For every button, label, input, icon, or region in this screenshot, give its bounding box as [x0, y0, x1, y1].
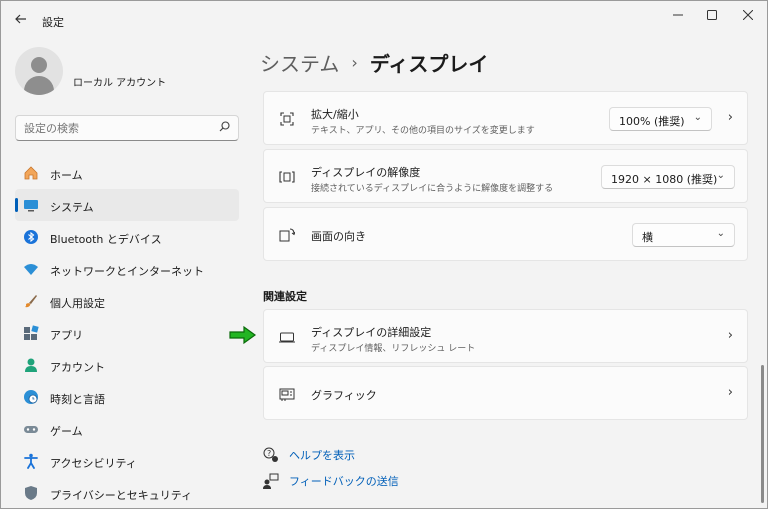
- title-bar: 設定: [1, 1, 767, 35]
- sidebar-item-label: ネットワークとインターネット: [50, 265, 204, 278]
- search-box[interactable]: [15, 115, 239, 141]
- sidebar-item-accessibility[interactable]: アクセシビリティ: [15, 445, 239, 477]
- scale-subtitle: テキスト、アプリ、その他の項目のサイズを変更します: [311, 126, 535, 136]
- breadcrumb-separator: ›: [351, 52, 358, 72]
- rotate-icon: [278, 226, 296, 244]
- settings-window: 設定 ローカル アカウント ホーム: [0, 0, 768, 509]
- breadcrumb-parent[interactable]: システム: [260, 48, 339, 77]
- home-icon: [23, 165, 39, 181]
- scale-value: 100% (推奨): [619, 115, 685, 128]
- sidebar-item-label: プライバシーとセキュリティ: [50, 489, 193, 502]
- wifi-icon: [23, 261, 39, 277]
- help-link[interactable]: ? ヘルプを表示: [263, 446, 355, 464]
- sidebar-item-label: ホーム: [50, 169, 83, 182]
- sidebar-item-accounts[interactable]: アカウント: [15, 349, 239, 381]
- page-title: ディスプレイ: [369, 51, 489, 76]
- minimize-icon: [673, 14, 683, 16]
- sidebar-item-system[interactable]: システム: [15, 189, 239, 221]
- accessibility-icon: [23, 453, 39, 469]
- profile-card[interactable]: ローカル アカウント: [15, 47, 245, 97]
- back-button[interactable]: [9, 9, 33, 29]
- resolution-subtitle: 接続されているディスプレイに合うように解像度を調整する: [311, 184, 554, 194]
- gamepad-icon: [23, 421, 39, 437]
- apps-icon: [23, 325, 39, 341]
- scrollbar[interactable]: [761, 365, 764, 503]
- chevron-down-icon: ⌄: [693, 112, 702, 123]
- system-icon: [23, 197, 39, 213]
- resolution-icon: [278, 168, 296, 186]
- close-button[interactable]: [731, 4, 765, 26]
- orientation-title: 画面の向き: [311, 230, 366, 243]
- help-link-text[interactable]: ヘルプを表示: [289, 447, 355, 463]
- scale-dropdown[interactable]: 100% (推奨) ⌄: [609, 107, 712, 131]
- resolution-dropdown[interactable]: 1920 × 1080 (推奨) ⌄: [601, 165, 735, 189]
- resolution-value: 1920 × 1080 (推奨): [611, 173, 718, 186]
- related-settings-heading: 関連設定: [263, 290, 307, 303]
- maximize-button[interactable]: [695, 4, 729, 26]
- svg-text:?: ?: [267, 449, 271, 458]
- chevron-right-icon: ›: [727, 328, 733, 343]
- sidebar-item-bluetooth[interactable]: Bluetooth とデバイス: [15, 221, 239, 253]
- arrow-left-icon: [15, 14, 26, 24]
- brush-icon: [23, 293, 39, 309]
- sidebar-item-gaming[interactable]: ゲーム: [15, 413, 239, 445]
- graphics-card[interactable]: グラフィック ›: [263, 366, 748, 420]
- account-icon: [23, 357, 39, 373]
- feedback-link[interactable]: フィードバックの送信: [263, 472, 399, 490]
- breadcrumb: システム › ディスプレイ: [260, 48, 488, 76]
- sidebar-item-label: システム: [50, 201, 94, 214]
- advanced-display-card[interactable]: ディスプレイの詳細設定 ディスプレイ情報、リフレッシュ レート ›: [263, 309, 748, 363]
- minimize-button[interactable]: [661, 4, 695, 26]
- orientation-dropdown[interactable]: 横 ⌄: [632, 223, 735, 247]
- sidebar-item-label: Bluetooth とデバイス: [50, 233, 162, 246]
- profile-name: ローカル アカウント: [73, 78, 167, 89]
- graphics-card-icon: [278, 385, 296, 403]
- search-icon: [219, 121, 230, 132]
- help-icon: ?: [263, 447, 279, 463]
- sidebar-item-label: 個人用設定: [50, 297, 105, 310]
- chevron-down-icon: ⌄: [716, 228, 725, 239]
- chevron-right-icon: ›: [727, 385, 733, 400]
- shield-icon: [23, 485, 39, 501]
- chevron-down-icon: ⌄: [716, 170, 725, 181]
- app-title: 設定: [42, 16, 64, 29]
- advanced-display-subtitle: ディスプレイ情報、リフレッシュ レート: [311, 344, 476, 354]
- resolution-title: ディスプレイの解像度: [311, 166, 421, 179]
- feedback-link-text[interactable]: フィードバックの送信: [289, 473, 399, 489]
- feedback-icon: [263, 473, 279, 489]
- search-input[interactable]: [24, 119, 214, 137]
- chevron-right-icon: ›: [727, 110, 733, 125]
- resolution-card[interactable]: ディスプレイの解像度 接続されているディスプレイに合うように解像度を調整する 1…: [263, 149, 748, 203]
- avatar: [15, 47, 63, 95]
- orientation-card[interactable]: 画面の向き 横 ⌄: [263, 207, 748, 261]
- annotation-arrow-icon: [229, 325, 257, 345]
- sidebar-item-label: 時刻と言語: [50, 393, 105, 406]
- monitor-icon: [278, 328, 296, 346]
- scale-title: 拡大/縮小: [311, 108, 359, 121]
- orientation-value: 横: [642, 231, 653, 244]
- maximize-icon: [707, 10, 717, 20]
- graphics-title: グラフィック: [311, 389, 377, 402]
- scale-card[interactable]: 拡大/縮小 テキスト、アプリ、その他の項目のサイズを変更します 100% (推奨…: [263, 91, 748, 145]
- scale-icon: [278, 110, 296, 128]
- sidebar-item-time-language[interactable]: 時刻と言語: [15, 381, 239, 413]
- active-indicator: [15, 198, 18, 212]
- sidebar-item-network[interactable]: ネットワークとインターネット: [15, 253, 239, 285]
- bluetooth-icon: [23, 229, 39, 245]
- sidebar-nav: ホーム システム Bluetooth とデバイス ネットワークとインターネット: [15, 157, 239, 509]
- sidebar-item-home[interactable]: ホーム: [15, 157, 239, 189]
- sidebar-item-label: アクセシビリティ: [50, 457, 137, 470]
- sidebar-item-label: アカウント: [50, 361, 105, 374]
- advanced-display-title: ディスプレイの詳細設定: [311, 326, 432, 339]
- sidebar-item-label: アプリ: [50, 329, 83, 342]
- sidebar-item-personalization[interactable]: 個人用設定: [15, 285, 239, 317]
- sidebar-item-label: ゲーム: [50, 425, 83, 438]
- sidebar-item-privacy[interactable]: プライバシーとセキュリティ: [15, 477, 239, 509]
- close-icon: [743, 10, 753, 20]
- sidebar-item-apps[interactable]: アプリ: [15, 317, 239, 349]
- globe-clock-icon: [23, 389, 39, 405]
